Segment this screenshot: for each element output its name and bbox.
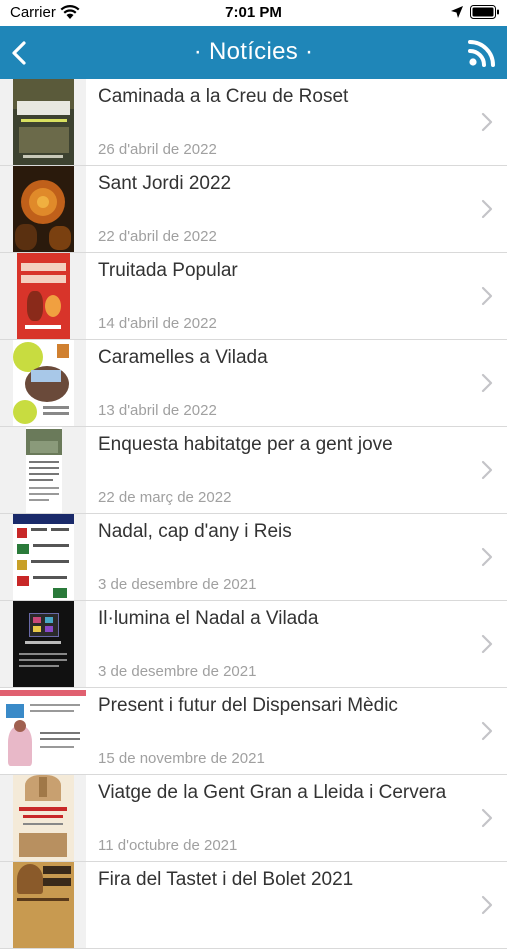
news-item[interactable]: Viatge de la Gent Gran a Lleida i Cerver… [0, 775, 507, 862]
location-arrow-icon [450, 5, 464, 24]
chevron-right-icon [481, 895, 493, 915]
news-date: 26 d'abril de 2022 [98, 141, 217, 158]
news-item[interactable]: Fira del Tastet i del Bolet 2021 [0, 862, 507, 949]
news-thumbnail [0, 427, 86, 513]
news-item[interactable]: Nadal, cap d'any i Reis 3 de desembre de… [0, 514, 507, 601]
news-title: Caminada a la Creu de Roset [98, 86, 349, 107]
page-title: · Notícies · [193, 38, 314, 65]
news-thumbnail [0, 775, 86, 861]
chevron-right-icon [481, 199, 493, 219]
status-bar: Carrier 7:01 PM [0, 0, 507, 26]
news-item[interactable]: Caminada a la Creu de Roset 26 d'abril d… [0, 79, 507, 166]
chevron-right-icon [481, 547, 493, 567]
news-date: 11 d'octubre de 2021 [98, 837, 238, 854]
chevron-right-icon [481, 373, 493, 393]
battery-icon [470, 5, 500, 24]
news-item[interactable]: Il·lumina el Nadal a Vilada 3 de desembr… [0, 601, 507, 688]
news-date: 15 de novembre de 2021 [98, 750, 265, 767]
news-list: Caminada a la Creu de Roset 26 d'abril d… [0, 79, 507, 949]
news-title: Nadal, cap d'any i Reis [98, 521, 292, 542]
news-thumbnail [0, 79, 86, 165]
news-item[interactable]: Caramelles a Vilada 13 d'abril de 2022 [0, 340, 507, 427]
news-date: 13 d'abril de 2022 [98, 402, 217, 419]
news-item[interactable]: Enquesta habitatge per a gent jove 22 de… [0, 427, 507, 514]
news-title: Fira del Tastet i del Bolet 2021 [98, 869, 354, 890]
news-item[interactable]: Truitada Popular 14 d'abril de 2022 [0, 253, 507, 340]
news-title: Caramelles a Vilada [98, 347, 268, 368]
clock: 7:01 PM [225, 4, 282, 21]
news-title: Il·lumina el Nadal a Vilada [98, 608, 319, 629]
news-thumbnail [0, 253, 86, 339]
news-title: Viatge de la Gent Gran a Lleida i Cerver… [98, 782, 447, 803]
news-item[interactable]: Present i futur del Dispensari Mèdic 15 … [0, 688, 507, 775]
news-date: 3 de desembre de 2021 [98, 576, 257, 593]
news-item[interactable]: Sant Jordi 2022 22 d'abril de 2022 [0, 166, 507, 253]
news-title: Enquesta habitatge per a gent jove [98, 434, 393, 455]
news-thumbnail [0, 166, 86, 252]
news-thumbnail [0, 862, 86, 948]
news-thumbnail [0, 514, 86, 600]
chevron-right-icon [481, 634, 493, 654]
news-thumbnail [0, 601, 86, 687]
news-title: Truitada Popular [98, 260, 238, 281]
news-date: 14 d'abril de 2022 [98, 315, 217, 332]
chevron-right-icon [481, 460, 493, 480]
chevron-right-icon [481, 286, 493, 306]
rss-icon[interactable] [468, 39, 496, 67]
nav-bar: · Notícies · [0, 26, 507, 79]
news-thumbnail [0, 340, 86, 426]
news-title: Sant Jordi 2022 [98, 173, 232, 194]
news-date: 22 de març de 2022 [98, 489, 232, 506]
news-title: Present i futur del Dispensari Mèdic [98, 695, 398, 716]
news-date: 3 de desembre de 2021 [98, 663, 257, 680]
news-date: 22 d'abril de 2022 [98, 228, 217, 245]
chevron-right-icon [481, 808, 493, 828]
chevron-right-icon [481, 112, 493, 132]
news-thumbnail [0, 688, 86, 774]
chevron-right-icon [481, 721, 493, 741]
